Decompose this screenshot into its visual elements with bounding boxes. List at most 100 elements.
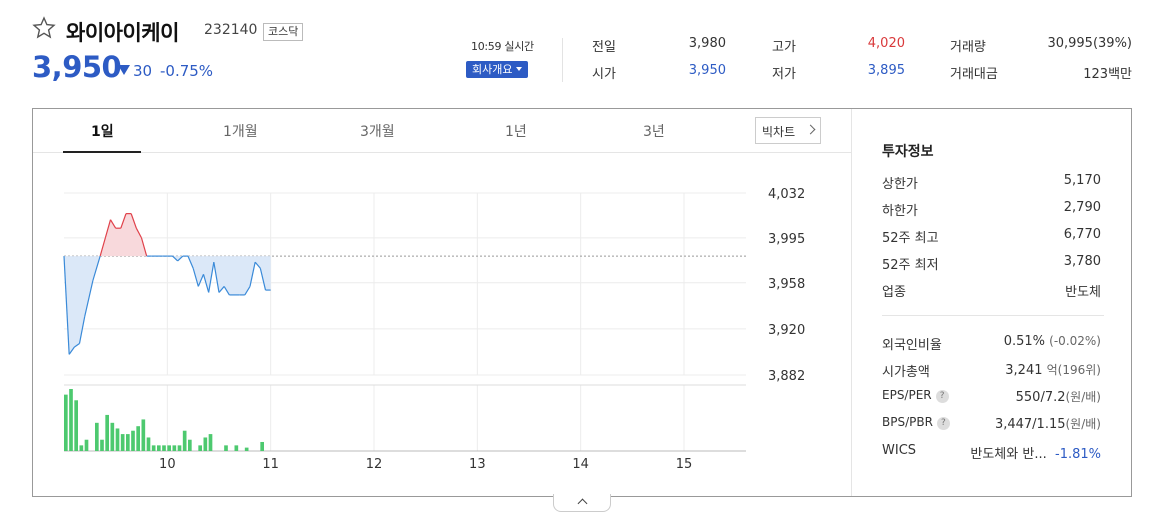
info-divider [882,315,1104,316]
volume-bar [198,445,202,451]
info-value-52w-low: 3,780 [1063,254,1101,269]
period-tabs: 1일 1개월 3개월 1년 3년 빅차트 [33,109,851,153]
collapse-button[interactable] [553,494,611,512]
info-label-52w-high: 52주 최고 [882,231,939,246]
info-value-lower-limit: 2,790 [1063,200,1101,215]
volume-bar [224,445,228,451]
volume-bar [120,434,125,451]
stock-header: 와이아이케이 232140 코스닥 3,950 30 -0.75% 10:59 … [32,14,1132,94]
foreign-ratio-value: 0.51% [1003,334,1046,349]
volume-bar [203,437,208,451]
volume-bar [208,434,213,451]
wics-rate: -1.81% [1055,447,1101,462]
quote-value-volume: 30,995(39%) [1047,36,1132,51]
chevron-up-icon [577,498,588,509]
realtime-label: 10:59 실시간 [471,40,534,53]
tab-3month[interactable]: 3개월 [360,121,395,141]
quote-label-open: 시가 [592,67,616,82]
info-value-eps-per: 550/7.2(원/배) [1016,388,1101,405]
quote-value-open: 3,950 [688,63,726,78]
quote-value-trade-value: 123백만 [1083,67,1132,82]
star-outline-icon[interactable] [32,16,56,40]
info-value-market-cap: 3,241 억(196위) [1005,361,1101,378]
help-icon[interactable]: ? [935,390,949,403]
tab-3year[interactable]: 3년 [643,121,665,141]
volume-bar [136,426,140,451]
volume-bar [79,445,84,451]
x-tick-label: 14 [572,457,589,472]
info-value-upper-limit: 5,170 [1063,173,1101,188]
volume-bar [95,422,99,451]
market-badge: 코스닥 [263,23,304,41]
volume-bar [64,394,68,451]
y-tick-label: 3,995 [768,232,805,247]
info-value-wics[interactable]: 반도체와 반... -1.81% [970,443,1101,462]
info-label-market-cap: 시가총액 [882,365,930,380]
x-tick-label: 15 [676,457,693,472]
volume-bar [146,437,151,451]
volume-bar [126,434,130,451]
wics-sector: 반도체와 반... [970,447,1047,462]
volume-bar [157,445,161,451]
big-chart-button[interactable]: 빅차트 [755,117,821,144]
tab-1day[interactable]: 1일 [91,121,114,141]
quote-value-prev-close: 3,980 [688,36,726,51]
company-overview-label: 회사개요 [472,63,513,76]
big-chart-label: 빅차트 [762,125,796,139]
info-label-foreign-ratio: 외국인비율 [882,338,942,353]
quote-label-low: 저가 [772,67,796,82]
quote-label-prev-close: 전일 [592,40,616,55]
volume-bar [74,400,78,451]
market-cap-rank: 억(196위) [1046,363,1101,377]
info-label-eps-per: EPS/PER? [882,388,949,403]
y-tick-label: 3,958 [768,277,805,292]
info-value-bps-pbr: 3,447/1.15(원/배) [995,415,1101,432]
chart-panel: 1일 1개월 3개월 1년 3년 빅차트 4,032 3,995 3,958 3,92… [32,108,1132,497]
price-change-value: 30 [133,62,153,80]
eps-per-label: EPS/PER [882,388,932,402]
investment-info: 투자정보 상한가 5,170 하한가 2,790 52주 최고 6,770 52… [851,109,1131,496]
y-tick-label: 4,032 [768,187,805,202]
tab-1year[interactable]: 1년 [505,121,527,141]
divider [562,38,563,82]
y-tick-label: 3,882 [768,369,805,384]
x-tick-label: 13 [469,457,486,472]
x-tick-label: 10 [159,457,176,472]
stock-code: 232140 [204,22,258,38]
volume-bar [141,419,146,451]
x-tick-label: 11 [262,457,279,472]
info-value-52w-high: 6,770 [1063,227,1101,242]
volume-bar [167,445,171,451]
volume-bar [69,389,73,451]
info-label-sector: 업종 [882,285,906,300]
volume-bar [260,441,264,451]
down-triangle-icon [118,65,130,75]
bps-pbr-label: BPS/PBR [882,415,933,429]
info-value-foreign-ratio: 0.51% (-0.02%) [1004,334,1101,349]
volume-bar [100,439,104,451]
info-label-bps-pbr: BPS/PBR? [882,415,950,430]
volume-bar [244,447,249,451]
quote-label-trade-value: 거래대금 [950,67,998,82]
quote-value-high: 4,020 [867,36,905,51]
volume-bar [234,445,239,451]
x-tick-label: 12 [366,457,383,472]
price-change-rate: -0.75% [160,62,214,80]
tab-1month[interactable]: 1개월 [223,121,258,141]
help-icon[interactable]: ? [936,417,950,430]
volume-bar [105,414,109,451]
foreign-ratio-change: (-0.02%) [1049,334,1101,348]
price-change: 30 [118,62,152,80]
eps-per-unit: (원/배) [1065,390,1102,404]
info-label-52w-low: 52주 최저 [882,258,939,273]
y-tick-label: 3,920 [768,323,805,338]
company-overview-button[interactable]: 회사개요 [466,61,529,78]
info-label-lower-limit: 하한가 [882,204,918,219]
chevron-right-icon [805,124,816,135]
bps-pbr-value: 3,447/1.15 [994,417,1066,432]
caret-down-icon [516,67,523,71]
info-title: 투자정보 [882,144,934,160]
intraday-chart[interactable]: 4,032 3,995 3,958 3,920 3,882 10 11 12 13 14 15 [33,153,851,495]
volume-bar [110,422,115,451]
volume-bar [177,445,182,451]
